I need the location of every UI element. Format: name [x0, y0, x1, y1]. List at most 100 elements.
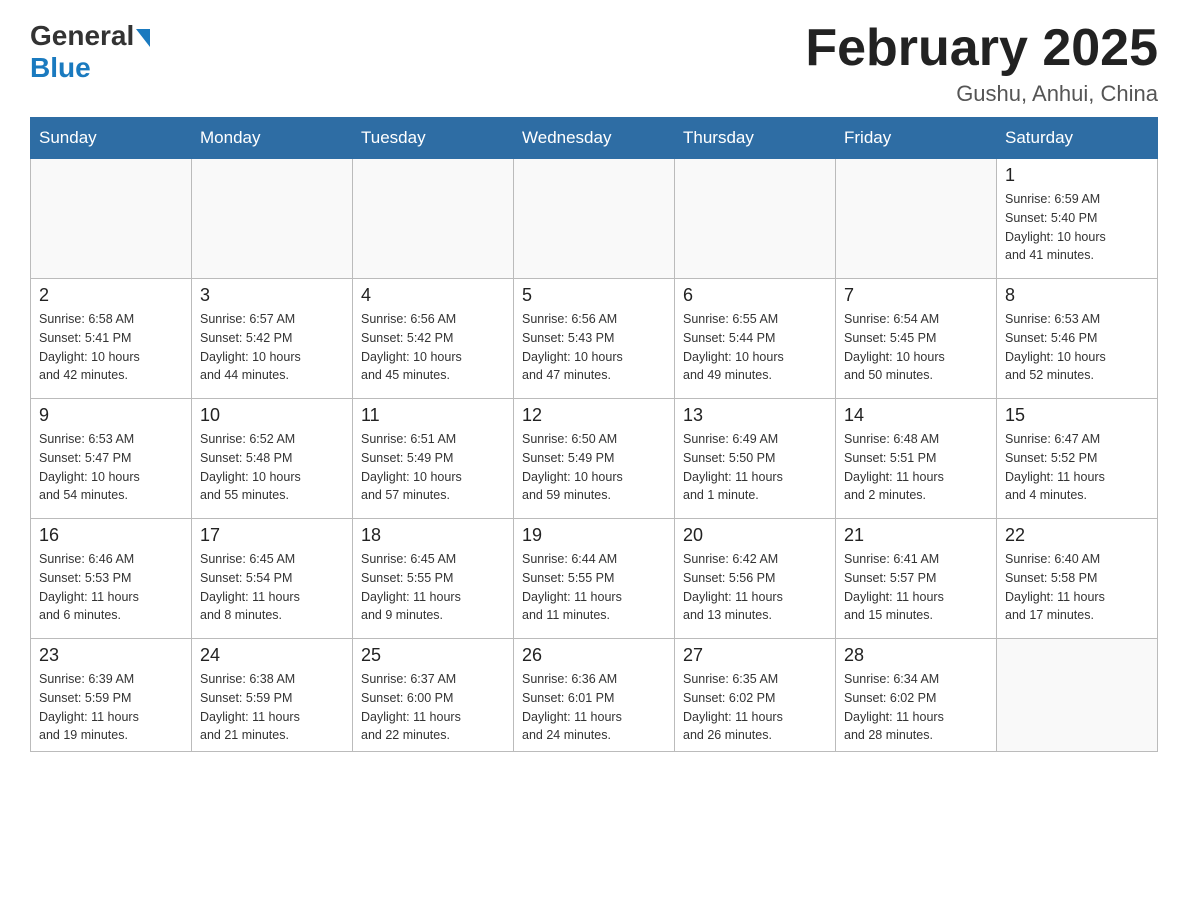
calendar-cell: 7 Sunrise: 6:54 AMSunset: 5:45 PMDaylight…	[836, 279, 997, 399]
calendar-cell	[675, 159, 836, 279]
day-number: 5	[522, 285, 666, 306]
calendar-cell: 14 Sunrise: 6:48 AMSunset: 5:51 PMDayligh…	[836, 399, 997, 519]
calendar-cell: 10Sunrise: 6:52 AMSunset: 5:48 PMDayligh…	[192, 399, 353, 519]
day-number: 12	[522, 405, 666, 426]
calendar-cell: 4Sunrise: 6:56 AMSunset: 5:42 PMDaylight…	[353, 279, 514, 399]
day-info: Sunrise: 6:42 AMSunset: 5:56 PMDaylight:…	[683, 550, 827, 625]
calendar-cell: 18 Sunrise: 6:45 AMSunset: 5:55 PMDayligh…	[353, 519, 514, 639]
day-info: Sunrise: 6:56 AMSunset: 5:42 PMDaylight:…	[361, 310, 505, 385]
day-number: 6	[683, 285, 827, 306]
weekday-header-tuesday: Tuesday	[353, 118, 514, 159]
calendar-cell: 17 Sunrise: 6:45 AMSunset: 5:54 PMDayligh…	[192, 519, 353, 639]
day-info: Sunrise: 6:34 AMSunset: 6:02 PMDaylight:…	[844, 670, 988, 745]
day-info: Sunrise: 6:59 AMSunset: 5:40 PMDaylight:…	[1005, 190, 1149, 265]
calendar-cell: 23Sunrise: 6:39 AMSunset: 5:59 PMDayligh…	[31, 639, 192, 752]
logo-general-text: General	[30, 20, 134, 52]
calendar-cell	[836, 159, 997, 279]
day-number: 14	[844, 405, 988, 426]
calendar-week-row: 9 Sunrise: 6:53 AMSunset: 5:47 PMDaylight…	[31, 399, 1158, 519]
calendar-cell: 12 Sunrise: 6:50 AMSunset: 5:49 PMDayligh…	[514, 399, 675, 519]
calendar-cell: 3 Sunrise: 6:57 AMSunset: 5:42 PMDaylight…	[192, 279, 353, 399]
weekday-header-monday: Monday	[192, 118, 353, 159]
day-number: 21	[844, 525, 988, 546]
day-info: Sunrise: 6:55 AMSunset: 5:44 PMDaylight:…	[683, 310, 827, 385]
day-info: Sunrise: 6:36 AMSunset: 6:01 PMDaylight:…	[522, 670, 666, 745]
weekday-header-sunday: Sunday	[31, 118, 192, 159]
logo-blue-text: Blue	[30, 52, 150, 84]
day-info: Sunrise: 6:45 AMSunset: 5:54 PMDaylight:…	[200, 550, 344, 625]
location-title: Gushu, Anhui, China	[805, 81, 1158, 107]
day-info: Sunrise: 6:57 AMSunset: 5:42 PMDaylight:…	[200, 310, 344, 385]
day-info: Sunrise: 6:46 AMSunset: 5:53 PMDaylight:…	[39, 550, 183, 625]
weekday-header-saturday: Saturday	[997, 118, 1158, 159]
calendar-cell	[192, 159, 353, 279]
day-number: 27	[683, 645, 827, 666]
day-number: 1	[1005, 165, 1149, 186]
title-area: February 2025 Gushu, Anhui, China	[805, 20, 1158, 107]
calendar-cell: 13 Sunrise: 6:49 AMSunset: 5:50 PMDayligh…	[675, 399, 836, 519]
calendar-header-row: SundayMondayTuesdayWednesdayThursdayFrid…	[31, 118, 1158, 159]
day-number: 16	[39, 525, 183, 546]
day-number: 26	[522, 645, 666, 666]
calendar-cell: 6 Sunrise: 6:55 AMSunset: 5:44 PMDaylight…	[675, 279, 836, 399]
logo-triangle-icon	[136, 29, 150, 47]
month-title: February 2025	[805, 20, 1158, 77]
day-number: 25	[361, 645, 505, 666]
calendar-cell: 20 Sunrise: 6:42 AMSunset: 5:56 PMDayligh…	[675, 519, 836, 639]
day-info: Sunrise: 6:37 AMSunset: 6:00 PMDaylight:…	[361, 670, 505, 745]
day-number: 19	[522, 525, 666, 546]
day-number: 2	[39, 285, 183, 306]
day-number: 11	[361, 405, 505, 426]
day-number: 17	[200, 525, 344, 546]
day-info: Sunrise: 6:50 AMSunset: 5:49 PMDaylight:…	[522, 430, 666, 505]
calendar-cell: 27 Sunrise: 6:35 AMSunset: 6:02 PMDayligh…	[675, 639, 836, 752]
calendar-week-row: 1 Sunrise: 6:59 AMSunset: 5:40 PMDaylight…	[31, 159, 1158, 279]
weekday-header-wednesday: Wednesday	[514, 118, 675, 159]
calendar-week-row: 2 Sunrise: 6:58 AMSunset: 5:41 PMDaylight…	[31, 279, 1158, 399]
day-info: Sunrise: 6:58 AMSunset: 5:41 PMDaylight:…	[39, 310, 183, 385]
day-number: 9	[39, 405, 183, 426]
calendar-cell	[997, 639, 1158, 752]
day-number: 20	[683, 525, 827, 546]
day-number: 23	[39, 645, 183, 666]
logo: General Blue	[30, 20, 150, 84]
day-info: Sunrise: 6:53 AMSunset: 5:46 PMDaylight:…	[1005, 310, 1149, 385]
calendar-table: SundayMondayTuesdayWednesdayThursdayFrid…	[30, 117, 1158, 752]
day-number: 28	[844, 645, 988, 666]
day-number: 3	[200, 285, 344, 306]
calendar-cell: 8 Sunrise: 6:53 AMSunset: 5:46 PMDaylight…	[997, 279, 1158, 399]
calendar-cell: 24 Sunrise: 6:38 AMSunset: 5:59 PMDayligh…	[192, 639, 353, 752]
day-info: Sunrise: 6:49 AMSunset: 5:50 PMDaylight:…	[683, 430, 827, 505]
calendar-cell: 22Sunrise: 6:40 AMSunset: 5:58 PMDayligh…	[997, 519, 1158, 639]
day-number: 10	[200, 405, 344, 426]
calendar-cell: 9 Sunrise: 6:53 AMSunset: 5:47 PMDaylight…	[31, 399, 192, 519]
day-number: 24	[200, 645, 344, 666]
day-info: Sunrise: 6:45 AMSunset: 5:55 PMDaylight:…	[361, 550, 505, 625]
calendar-cell	[353, 159, 514, 279]
calendar-cell: 26 Sunrise: 6:36 AMSunset: 6:01 PMDayligh…	[514, 639, 675, 752]
day-info: Sunrise: 6:35 AMSunset: 6:02 PMDaylight:…	[683, 670, 827, 745]
day-number: 7	[844, 285, 988, 306]
calendar-cell: 25 Sunrise: 6:37 AMSunset: 6:00 PMDayligh…	[353, 639, 514, 752]
weekday-header-thursday: Thursday	[675, 118, 836, 159]
calendar-cell: 2 Sunrise: 6:58 AMSunset: 5:41 PMDaylight…	[31, 279, 192, 399]
day-info: Sunrise: 6:53 AMSunset: 5:47 PMDaylight:…	[39, 430, 183, 505]
day-info: Sunrise: 6:51 AMSunset: 5:49 PMDaylight:…	[361, 430, 505, 505]
day-info: Sunrise: 6:40 AMSunset: 5:58 PMDaylight:…	[1005, 550, 1149, 625]
day-info: Sunrise: 6:56 AMSunset: 5:43 PMDaylight:…	[522, 310, 666, 385]
day-number: 8	[1005, 285, 1149, 306]
calendar-cell: 21 Sunrise: 6:41 AMSunset: 5:57 PMDayligh…	[836, 519, 997, 639]
calendar-cell	[514, 159, 675, 279]
day-info: Sunrise: 6:54 AMSunset: 5:45 PMDaylight:…	[844, 310, 988, 385]
day-info: Sunrise: 6:38 AMSunset: 5:59 PMDaylight:…	[200, 670, 344, 745]
calendar-week-row: 16 Sunrise: 6:46 AMSunset: 5:53 PMDayligh…	[31, 519, 1158, 639]
day-number: 18	[361, 525, 505, 546]
day-info: Sunrise: 6:47 AMSunset: 5:52 PMDaylight:…	[1005, 430, 1149, 505]
calendar-cell: 19Sunrise: 6:44 AMSunset: 5:55 PMDayligh…	[514, 519, 675, 639]
day-info: Sunrise: 6:41 AMSunset: 5:57 PMDaylight:…	[844, 550, 988, 625]
calendar-cell: 5 Sunrise: 6:56 AMSunset: 5:43 PMDaylight…	[514, 279, 675, 399]
day-info: Sunrise: 6:48 AMSunset: 5:51 PMDaylight:…	[844, 430, 988, 505]
calendar-cell: 16 Sunrise: 6:46 AMSunset: 5:53 PMDayligh…	[31, 519, 192, 639]
day-number: 15	[1005, 405, 1149, 426]
day-number: 13	[683, 405, 827, 426]
